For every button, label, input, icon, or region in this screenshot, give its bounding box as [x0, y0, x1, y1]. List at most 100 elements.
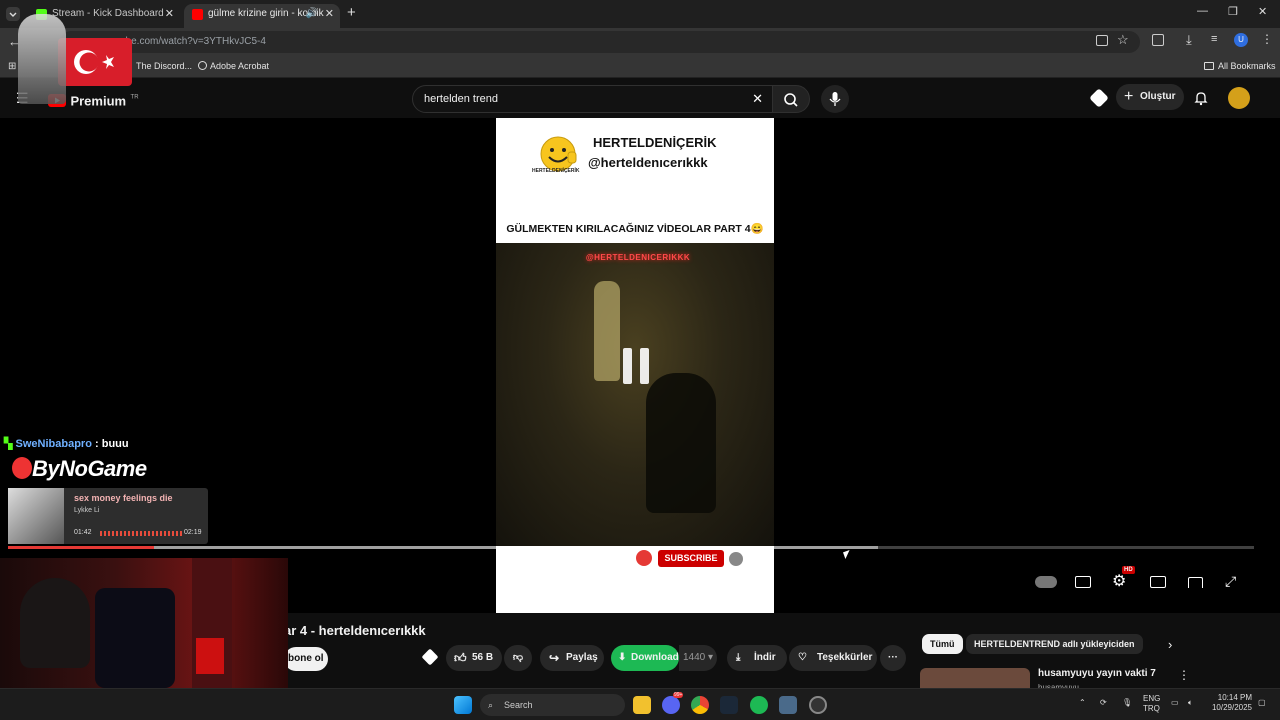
- microphone-icon: [829, 92, 841, 106]
- pause-icon[interactable]: [621, 348, 651, 389]
- restore-icon[interactable]: ❐: [1228, 5, 1238, 18]
- notifications-bell-icon[interactable]: [1193, 90, 1209, 111]
- address-bar[interactable]: ube.com/watch?v=3YTHkvJC5-4: [60, 31, 1140, 53]
- menu-kebab-icon[interactable]: ⋮: [1261, 32, 1273, 46]
- tab-close-icon[interactable]: ✕: [325, 4, 334, 24]
- save-label: İndir: [754, 652, 776, 663]
- install-app-icon[interactable]: [1096, 35, 1108, 46]
- miniplayer-icon[interactable]: [1150, 576, 1166, 588]
- download-extension-button[interactable]: ⬇ Download: [611, 645, 679, 671]
- flag-poster: [196, 638, 224, 674]
- cast-icon[interactable]: [1188, 577, 1203, 588]
- new-tab-icon[interactable]: +: [347, 4, 356, 21]
- download-icon[interactable]: ⤓: [1186, 32, 1192, 48]
- chat-line: ▚ SweNibabapro : buuu: [4, 437, 129, 450]
- create-button[interactable]: + Oluştur: [1116, 84, 1184, 110]
- autoplay-toggle[interactable]: [1035, 576, 1057, 588]
- notification-center-icon[interactable]: ▢: [1258, 698, 1266, 707]
- minimize-icon[interactable]: —: [1197, 5, 1208, 17]
- media-control-icon[interactable]: ≡: [1211, 33, 1217, 45]
- language-indicator[interactable]: ENG TRQ: [1143, 694, 1160, 714]
- clock[interactable]: 10:14 PM 10/29/2025: [1208, 693, 1252, 713]
- bell-badge-icon: [729, 552, 743, 566]
- hd-badge: HD: [1122, 566, 1135, 574]
- brand-mark-icon: [12, 457, 32, 479]
- song-elapsed: 01:42: [74, 529, 92, 536]
- search-icon: [784, 93, 798, 107]
- share-button[interactable]: ↪ Paylaş: [540, 645, 604, 671]
- thumbs-down-icon: 👎︎: [512, 652, 524, 663]
- chip-all[interactable]: Tümü: [922, 634, 963, 654]
- kick-logo-icon: ▚: [4, 438, 13, 450]
- discord-badge: 99+: [673, 692, 684, 698]
- album-art: [8, 488, 64, 544]
- sync-icon[interactable]: ⟳: [1100, 698, 1107, 707]
- video-thumbnail[interactable]: [920, 668, 1030, 688]
- mic-tray-icon[interactable]: 🎙︎: [1122, 698, 1132, 707]
- url-text: ube.com/watch?v=3YTHkvJC5-4: [120, 36, 266, 47]
- tray-overflow-icon[interactable]: ⌃: [1079, 698, 1086, 707]
- obs-icon[interactable]: [809, 696, 827, 714]
- chevron-right-icon[interactable]: ›: [1168, 637, 1172, 652]
- steam-icon[interactable]: [720, 696, 738, 714]
- all-bookmarks[interactable]: All Bookmarks: [1204, 61, 1276, 71]
- person-figure: [594, 281, 620, 381]
- file-explorer-icon[interactable]: [633, 696, 651, 714]
- spotify-icon[interactable]: [750, 696, 768, 714]
- bookmark-acrobat[interactable]: Adobe Acrobat: [198, 61, 269, 71]
- windows-start-icon[interactable]: [454, 696, 472, 714]
- lang-layout: TRQ: [1143, 704, 1160, 713]
- like-button[interactable]: 👍︎ 56 B: [446, 645, 502, 671]
- download-arrow-icon: ⬇: [618, 652, 627, 663]
- volume-icon[interactable]: 🔈︎: [1188, 698, 1193, 708]
- more-actions-button[interactable]: ···: [880, 645, 906, 671]
- acrobat-icon: [198, 61, 207, 70]
- sidebar-more-icon[interactable]: ⋮: [1178, 668, 1190, 682]
- voice-search-button[interactable]: [821, 85, 849, 113]
- thanks-button[interactable]: ♡ Teşekkürler: [789, 645, 877, 671]
- search-icon: ⌕: [488, 700, 494, 710]
- account-avatar[interactable]: [1228, 87, 1250, 109]
- share-label: Paylaş: [566, 652, 598, 663]
- progress-bar[interactable]: [8, 546, 1254, 549]
- taskbar-search-placeholder: Search: [504, 700, 533, 710]
- fullscreen-icon[interactable]: ⤢: [1225, 573, 1247, 591]
- bookmark-discord[interactable]: The Discord...: [136, 61, 192, 71]
- turkish-flag-overlay: [18, 14, 132, 104]
- profile-avatar[interactable]: U: [1234, 33, 1248, 47]
- app-icon[interactable]: [779, 696, 797, 714]
- quality-dropdown[interactable]: 1440 ▾: [679, 645, 717, 671]
- discord-icon[interactable]: [662, 696, 680, 714]
- search-input[interactable]: hertelden trend ✕: [412, 85, 774, 113]
- video-frame[interactable]: HERTELDENİÇERİK HERTELDENİÇERİK @herteld…: [496, 118, 774, 613]
- apps-grid-icon[interactable]: ⊞: [8, 61, 16, 72]
- premium-sparkle-icon[interactable]: [1089, 88, 1109, 108]
- tab-youtube-video[interactable]: gülme krizine girin - komik 🔊 ✕: [184, 4, 340, 28]
- now-playing-widget: sex money feelings die Lykke Li 01:42 02…: [8, 488, 208, 544]
- youtube-header: ☰ Premium TR hertelden trend ✕ + Oluştur: [0, 78, 1280, 118]
- clock-time: 10:14 PM: [1217, 693, 1252, 702]
- network-icon[interactable]: ▭: [1171, 698, 1179, 707]
- song-total: 02:19: [184, 529, 202, 536]
- taskbar-search[interactable]: ⌕ Search: [480, 694, 625, 716]
- chat-message: : buuu: [95, 438, 129, 450]
- video-watermark: @HERTELDENICERIKKK: [585, 253, 691, 262]
- subtitles-icon[interactable]: [1075, 576, 1091, 588]
- save-download-button[interactable]: ⤓ İndir: [727, 645, 787, 671]
- speaker-icon[interactable]: 🔊: [306, 4, 318, 24]
- window-close-icon[interactable]: ✕: [1258, 5, 1267, 18]
- sparkle-icon[interactable]: [421, 648, 439, 666]
- search-button[interactable]: [772, 85, 810, 113]
- chat-username: SweNibabapro: [15, 438, 92, 450]
- subscribe-button[interactable]: bone ol: [284, 647, 328, 671]
- thanks-heart-icon: ♡: [798, 652, 807, 663]
- extensions-icon[interactable]: [1152, 34, 1164, 46]
- clear-search-icon[interactable]: ✕: [752, 86, 763, 112]
- chip-uploader[interactable]: HERTELDENTREND adlı yükleyiciden: [966, 634, 1143, 654]
- sidebar-video-title[interactable]: husamyuyu yayın vakti 7: [1038, 668, 1156, 679]
- dislike-button[interactable]: 👎︎: [504, 645, 532, 671]
- star-icon[interactable]: ☆: [1117, 32, 1129, 48]
- tab-close-icon[interactable]: ✕: [165, 4, 174, 24]
- chrome-icon[interactable]: [691, 696, 709, 714]
- bookmarks-bar: ⊞ The Discord... Adobe Acrobat All Bookm…: [0, 56, 1280, 78]
